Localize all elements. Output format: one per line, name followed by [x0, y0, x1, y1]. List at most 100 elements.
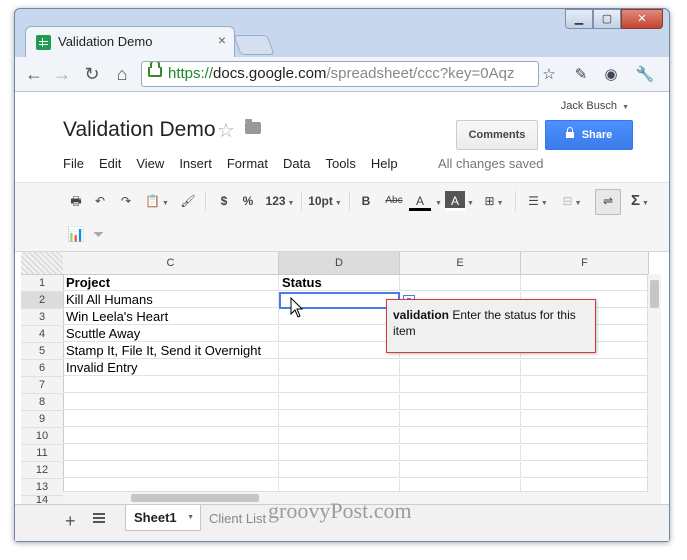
column-header-d[interactable]: D — [279, 252, 400, 275]
text-color-button[interactable]: A — [409, 191, 431, 211]
cell-c4[interactable]: Scuttle Away — [63, 326, 279, 342]
tab-close-icon[interactable]: × — [218, 32, 226, 48]
row-header[interactable]: 11 — [21, 445, 64, 462]
grid-cell[interactable] — [279, 343, 400, 359]
row-header[interactable]: 1 — [21, 275, 64, 292]
browser-tab[interactable]: Validation Demo × — [25, 26, 235, 57]
forward-icon[interactable]: → — [51, 63, 73, 85]
row-header[interactable]: 9 — [21, 411, 64, 428]
sheet-tab-active[interactable]: Sheet1 ▼ — [125, 505, 201, 531]
fill-color-button[interactable]: A — [445, 191, 465, 211]
column-header-e[interactable]: E — [400, 252, 521, 275]
redo-icon[interactable]: ↷ — [117, 191, 135, 211]
grid-cell[interactable] — [521, 394, 648, 410]
document-title[interactable]: Validation Demo — [63, 118, 216, 142]
text-color-caret[interactable]: ▼ — [433, 191, 442, 211]
functions-button[interactable]: Σ ▼ — [627, 191, 653, 211]
close-icon[interactable]: ✕ — [621, 9, 663, 29]
borders-icon[interactable]: ⊞ ▼ — [481, 191, 507, 211]
cell-c5[interactable]: Stamp It, File It, Send it Overnight — [63, 343, 279, 359]
menu-edit[interactable]: Edit — [99, 156, 121, 171]
sheet-list-icon[interactable] — [93, 513, 105, 523]
cell-d1[interactable]: Status — [279, 275, 400, 291]
maximize-icon[interactable]: ▢ — [593, 9, 621, 29]
select-all-corner[interactable] — [21, 252, 64, 275]
print-icon[interactable]: 🖶 — [67, 191, 85, 211]
address-bar[interactable]: https://docs.google.com/spreadsheet/ccc?… — [141, 61, 539, 87]
bold-button[interactable]: B — [359, 191, 373, 211]
grid-cell[interactable] — [279, 377, 400, 393]
vertical-scrollbar[interactable] — [647, 274, 661, 504]
grid-cell[interactable] — [279, 326, 400, 342]
row-header[interactable]: 3 — [21, 309, 64, 326]
grid-cell[interactable] — [521, 445, 648, 461]
grid-cell[interactable] — [63, 377, 279, 393]
row-header[interactable]: 12 — [21, 462, 64, 479]
row-header[interactable]: 2 — [21, 292, 64, 309]
menu-format[interactable]: Format — [227, 156, 268, 171]
add-sheet-icon[interactable]: + — [65, 511, 76, 532]
grid-cell[interactable] — [63, 394, 279, 410]
row-header[interactable]: 8 — [21, 394, 64, 411]
grid-cell[interactable] — [63, 411, 279, 427]
grid-cell[interactable] — [400, 394, 521, 410]
grid-cell[interactable] — [400, 377, 521, 393]
scroll-thumb[interactable] — [650, 280, 659, 308]
grid-cell[interactable] — [279, 428, 400, 444]
currency-button[interactable]: $ — [217, 191, 231, 211]
grid-cell[interactable] — [63, 445, 279, 461]
eyedropper-icon[interactable]: ✎ — [571, 65, 591, 85]
cell-c2[interactable]: Kill All Humans — [63, 292, 279, 308]
sheet-tab-client-list[interactable]: Client List — [209, 511, 266, 526]
merge-cells-icon[interactable]: ⊟ ▼ — [559, 191, 585, 211]
grid-cell[interactable] — [521, 428, 648, 444]
grid-cell[interactable] — [400, 275, 521, 291]
filter-icon[interactable]: ⏷ — [93, 224, 104, 244]
menu-data[interactable]: Data — [283, 156, 310, 171]
grid-cell[interactable] — [63, 462, 279, 478]
star-icon[interactable]: ☆ — [217, 118, 235, 143]
extension-icon[interactable]: ◉ — [601, 65, 621, 85]
reload-icon[interactable]: ↻ — [81, 63, 103, 85]
grid-cell[interactable] — [400, 360, 521, 376]
paste-format-icon[interactable]: 📋 ▼ — [143, 191, 171, 211]
grid-cell[interactable] — [521, 377, 648, 393]
cell-c1[interactable]: Project — [63, 275, 279, 291]
grid-cell[interactable] — [521, 275, 648, 291]
row-header[interactable]: 10 — [21, 428, 64, 445]
scroll-thumb[interactable] — [131, 494, 259, 502]
grid-cell[interactable] — [400, 445, 521, 461]
share-button[interactable]: Share — [545, 120, 633, 150]
home-icon[interactable]: ⌂ — [111, 63, 133, 85]
chart-icon[interactable]: 📊 — [67, 224, 84, 244]
menu-view[interactable]: View — [136, 156, 164, 171]
row-header[interactable]: 4 — [21, 326, 64, 343]
row-header[interactable]: 5 — [21, 343, 64, 360]
strikethrough-button[interactable]: Abc — [383, 191, 405, 211]
grid-cell[interactable] — [63, 428, 279, 444]
grid-cell[interactable] — [400, 462, 521, 478]
new-tab-button[interactable] — [233, 35, 275, 55]
cell-c3[interactable]: Win Leela's Heart — [63, 309, 279, 325]
menu-tools[interactable]: Tools — [325, 156, 355, 171]
wrench-icon[interactable]: 🔧 — [635, 65, 655, 85]
menu-insert[interactable]: Insert — [179, 156, 212, 171]
back-icon[interactable]: ← — [23, 63, 45, 85]
grid-cell[interactable] — [279, 462, 400, 478]
menu-help[interactable]: Help — [371, 156, 398, 171]
percent-button[interactable]: % — [241, 191, 255, 211]
grid-cell[interactable] — [279, 411, 400, 427]
grid-cell[interactable] — [521, 462, 648, 478]
grid-cell[interactable] — [400, 411, 521, 427]
cell-c6[interactable]: Invalid Entry — [63, 360, 279, 376]
fill-color-caret[interactable]: ▼ — [465, 191, 474, 211]
number-format-dropdown[interactable]: 123 ▼ — [265, 191, 295, 211]
grid-cell[interactable] — [279, 394, 400, 410]
menu-file[interactable]: File — [63, 156, 84, 171]
paint-format-icon[interactable]: 🖌 — [179, 191, 197, 211]
undo-icon[interactable]: ↶ — [91, 191, 109, 211]
user-menu[interactable]: Jack Busch ▼ — [561, 100, 629, 112]
row-header[interactable]: 13 — [21, 479, 64, 496]
grid-cell[interactable] — [521, 411, 648, 427]
font-size-dropdown[interactable]: 10pt ▼ — [307, 191, 343, 211]
